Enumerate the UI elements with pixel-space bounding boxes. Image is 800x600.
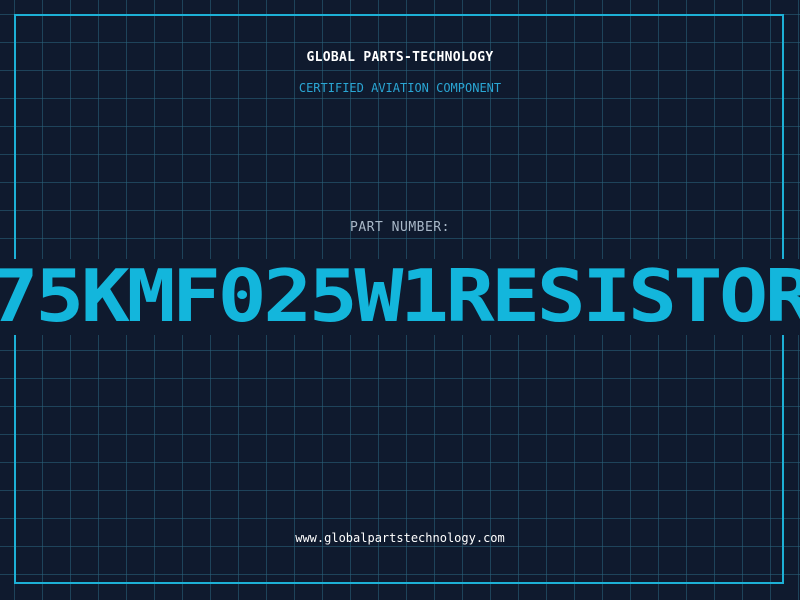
part-number-value: 75KMF025W1RESISTOR [0,259,800,335]
website-url: www.globalpartstechnology.com [295,531,505,545]
subtitle: CERTIFIED AVIATION COMPONENT [298,81,502,95]
part-number-label: PART NUMBER: [350,220,450,235]
brand-title: GLOBAL PARTS-TECHNOLOGY [306,50,494,65]
part-number-band: 75KMF025W1RESISTOR [0,259,800,335]
